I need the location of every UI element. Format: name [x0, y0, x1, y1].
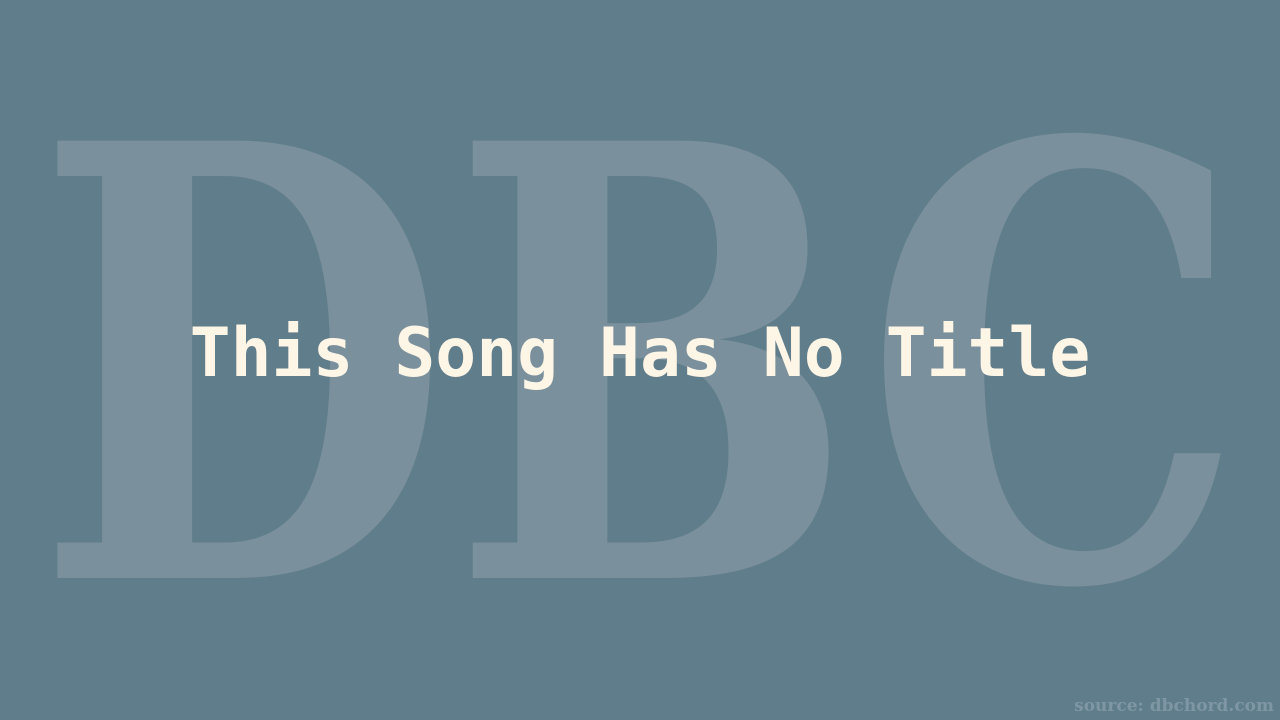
source-credit: source: dbchord.com [1074, 696, 1274, 716]
song-title: This Song Has No Title [189, 314, 1091, 393]
